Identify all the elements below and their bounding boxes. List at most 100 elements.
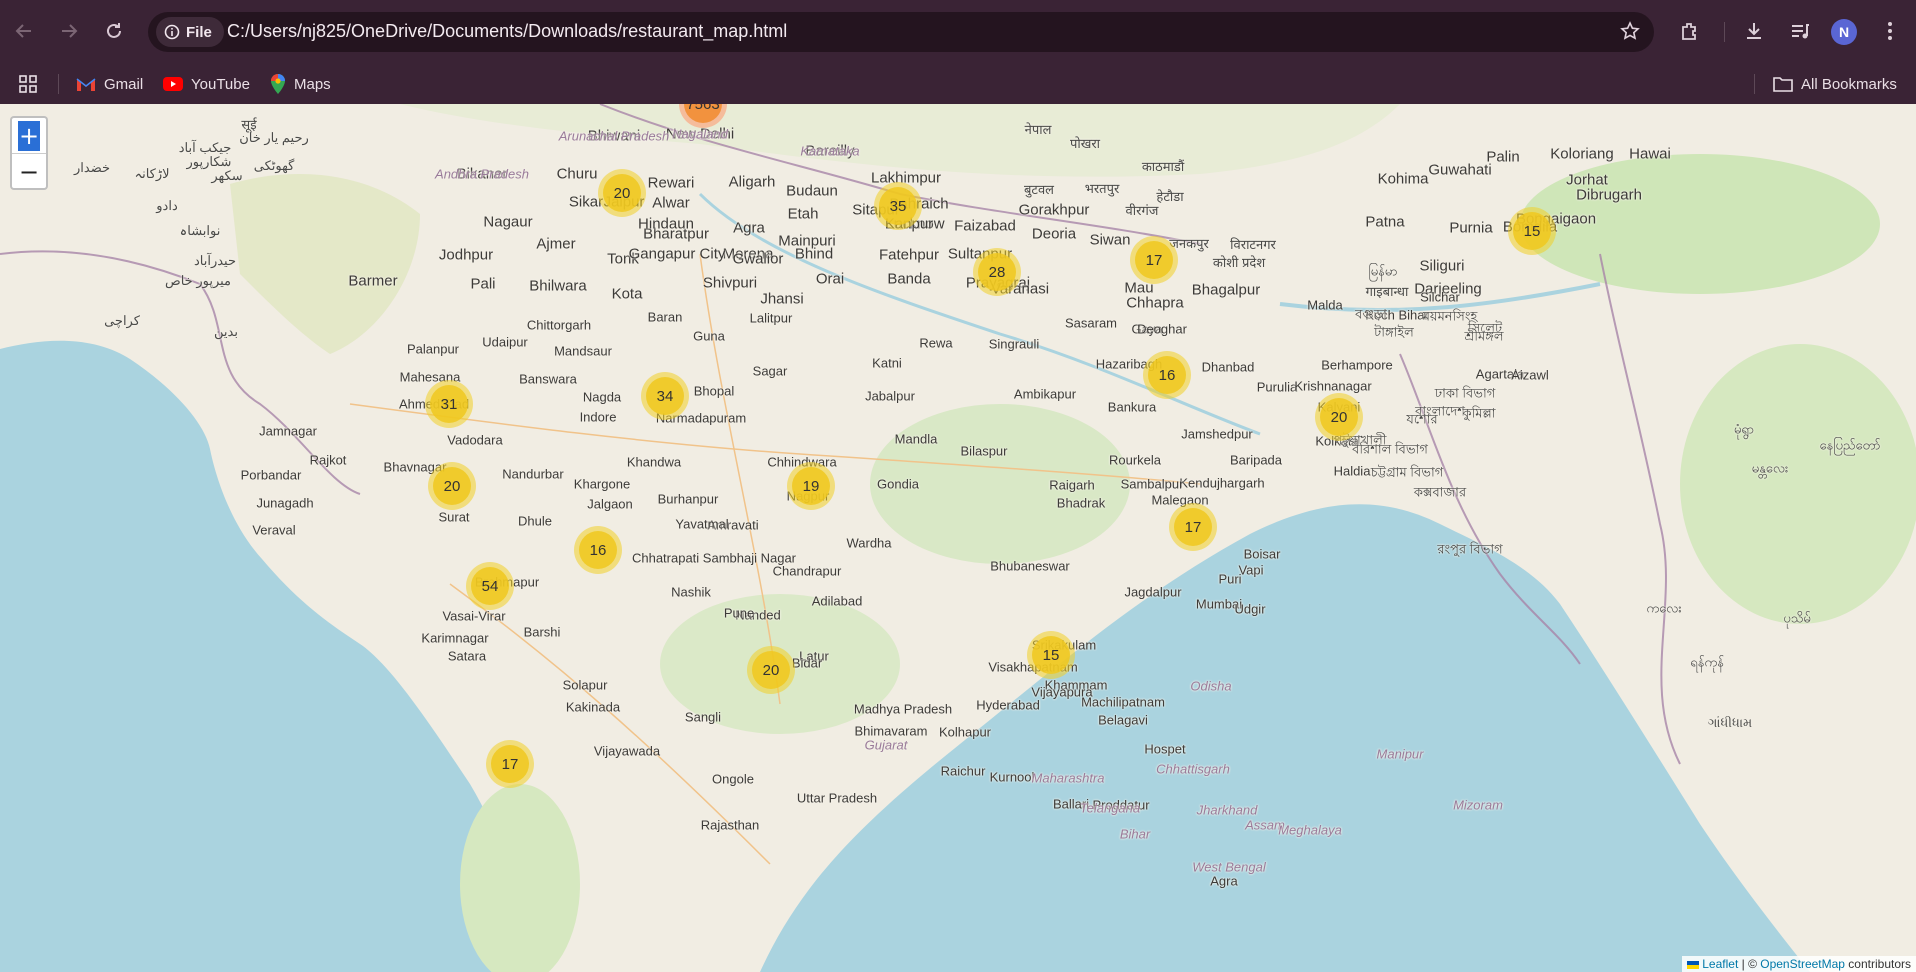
marker-cluster[interactable]: 19 [787,462,835,510]
marker-cluster[interactable]: 20 [428,462,476,510]
city-label: Jalgaon [587,496,633,512]
foreign-place-label: မြန်မာ [1368,263,1398,279]
city-label: Bidar [791,655,823,671]
marker-cluster[interactable]: 16 [1143,351,1191,399]
city-label: Bhubaneswar [990,558,1070,574]
all-bookmarks-button[interactable]: All Bookmarks [1773,70,1897,98]
marker-cluster[interactable]: 17 [1130,236,1178,284]
cluster-count: 17 [1135,241,1173,279]
download-icon[interactable] [1737,14,1771,48]
cluster-count: 15 [1032,636,1070,674]
city-label: Malda [1307,297,1343,313]
foreign-place-label: কুমিল্লা [1462,405,1496,421]
marker-cluster[interactable]: 20 [1315,393,1363,441]
profile-avatar[interactable]: N [1831,19,1857,45]
region-label: Arunachal Pradesh [558,128,670,144]
city-label: Burhanpur [657,491,719,507]
city-label: Kolhapur [938,724,992,740]
marker-cluster[interactable]: 16 [574,526,622,574]
region-label: Andhra Pradesh [435,166,529,182]
bookmark-maps[interactable]: Maps [270,70,331,98]
leaflet-link[interactable]: Leaflet [1702,957,1738,971]
leaflet-map[interactable]: New Delhi Bhiwani Bareilly Bikaner Churu Rewa… [0,104,1916,972]
marker-cluster[interactable]: 15 [1508,207,1556,255]
city-label: Mandla [894,431,938,447]
reload-button[interactable] [97,14,131,48]
foreign-place-label: نوابشاہ [179,223,221,238]
marker-cluster[interactable]: 31 [425,380,473,428]
city-label: Koloriang [1550,145,1614,163]
city-label: Raichur [940,763,986,779]
city-label: Silchar [1420,289,1460,305]
marker-cluster[interactable]: 17 [486,740,534,788]
gmail-icon [76,78,96,91]
browser-toolbar: File C:/Users/nj825/OneDrive/Documents/D… [0,0,1916,64]
more-menu-icon[interactable] [1873,14,1907,48]
city-label: Jhansi [760,290,804,308]
foreign-place-label: နေပြည်တော် [1819,437,1881,453]
bookmark-label: YouTube [191,75,250,93]
site-info-chip[interactable]: File [156,17,224,47]
cluster-count: 20 [1320,398,1358,436]
region-label: Manipur [1376,746,1424,762]
marker-cluster[interactable]: 35 [874,182,922,230]
city-label: Krishnanagar [1294,378,1372,394]
region-label: West Bengal [1192,859,1266,875]
foreign-place-label: विराटनगर [1230,237,1276,252]
leaflet-flag-icon [1686,960,1699,969]
info-icon [164,24,180,40]
city-label: Sangli [684,709,722,725]
city-label: Khandwa [626,454,682,470]
attribution-suffix: contributors [1844,957,1911,971]
bookmark-star-icon[interactable] [1620,21,1640,46]
forward-button[interactable] [52,14,86,48]
city-label: Ambikapur [1013,386,1077,402]
cluster-count: 54 [471,567,509,605]
foreign-place-label: যশোর [1406,411,1438,427]
city-label: Baripada [1229,452,1283,468]
city-label: Bhopal [693,383,735,399]
city-label: Shivpuri [702,274,758,292]
bookmark-gmail[interactable]: Gmail [76,70,143,98]
foreign-place-label: မန္တလေး [1751,460,1789,476]
city-label: Nandurbar [502,466,564,482]
marker-cluster[interactable]: 15 [1027,631,1075,679]
city-label: Budaun [786,182,838,200]
city-label: Chhatrapati Sambhaji Nagar [631,550,797,566]
apps-grid-icon[interactable] [18,70,38,98]
marker-cluster[interactable]: 28 [973,248,1021,296]
city-label: Purnia [1449,219,1493,237]
media-playlist-icon[interactable] [1783,14,1817,48]
city-label: Agra [1210,873,1238,889]
city-label: Vasai-Virar [442,608,506,624]
foreign-place-label: حیدرآباد [193,253,237,268]
marker-cluster[interactable]: 17 [1169,503,1217,551]
address-bar[interactable]: File C:/Users/nj825/OneDrive/Documents/D… [148,12,1654,52]
marker-cluster[interactable]: 20 [747,646,795,694]
url-text[interactable]: C:/Users/nj825/OneDrive/Documents/Downlo… [227,21,787,42]
city-label: Hawai [1629,145,1671,163]
region-label: Telangana [1079,800,1141,816]
city-label: Gangapur City [628,245,726,263]
city-label: Nagda [582,389,622,405]
marker-cluster[interactable]: 54 [466,562,514,610]
zoom-in-button[interactable]: + [12,118,46,154]
cluster-count: 20 [433,467,471,505]
zoom-out-button[interactable]: − [12,154,46,189]
foreign-place-label: دادو [156,198,178,213]
city-label: Bhimavaram [854,723,928,739]
extensions-icon[interactable] [1673,14,1707,48]
city-label: Dhanbad [1201,359,1255,375]
region-label: Maharashtra [1031,770,1105,786]
marker-cluster[interactable]: 34 [641,372,689,420]
bookmark-youtube[interactable]: YouTube [163,70,250,98]
city-label: Rewari [647,174,695,192]
cluster-count: 20 [752,651,790,689]
back-button[interactable] [7,14,41,48]
city-label: Siwan [1089,231,1131,249]
marker-cluster[interactable]: 20 [598,169,646,217]
bookmark-label: Maps [294,75,331,93]
osm-link[interactable]: OpenStreetMap [1760,957,1845,971]
city-label: Kohima [1377,170,1429,188]
foreign-place-label: শ্রীমঙ্গল [1464,328,1504,344]
